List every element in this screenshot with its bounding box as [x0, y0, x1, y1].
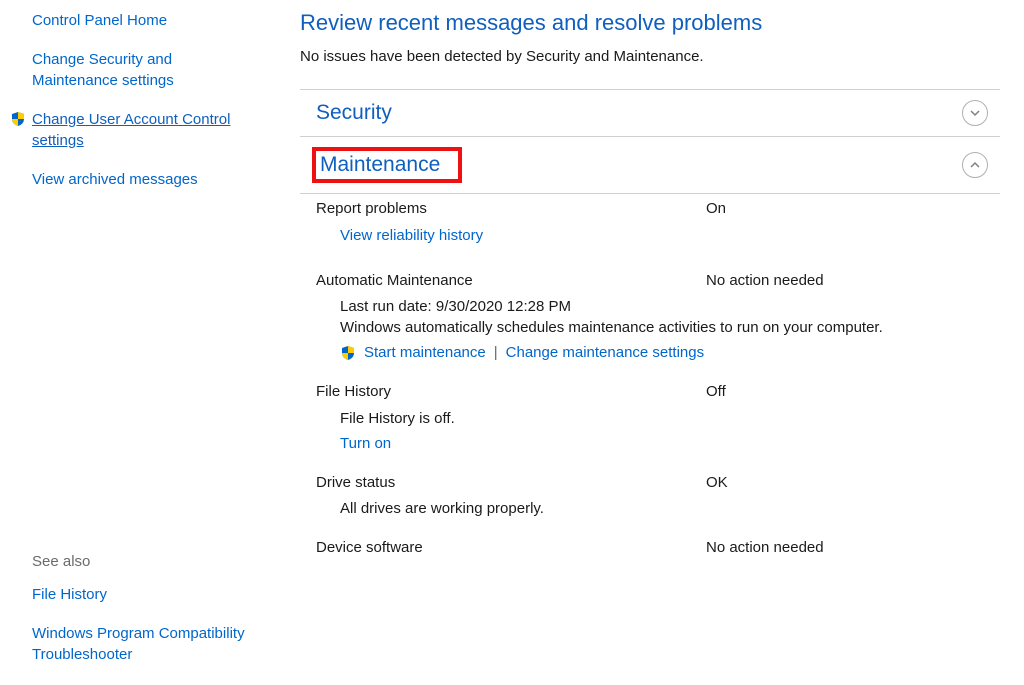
auto-maintenance-value: No action needed [706, 270, 824, 293]
chevron-up-icon [962, 152, 988, 178]
view-reliability-history-link[interactable]: View reliability history [340, 227, 483, 244]
see-also-heading: See also [32, 553, 260, 570]
change-maintenance-settings-link[interactable]: Change maintenance settings [506, 344, 704, 361]
maintenance-highlight: Maintenance [312, 147, 462, 183]
device-software-value: No action needed [706, 537, 824, 560]
device-software-label: Device software [316, 537, 706, 560]
change-security-link[interactable]: Change Security and Maintenance settings [32, 51, 174, 89]
turn-on-file-history-link[interactable]: Turn on [340, 435, 391, 452]
security-section-title: Security [316, 101, 392, 125]
compat-troubleshooter-link[interactable]: Windows Program Compatibility Troublesho… [32, 625, 245, 663]
start-maintenance-link[interactable]: Start maintenance [364, 344, 486, 361]
drive-status-value: OK [706, 472, 728, 495]
control-panel-home-link[interactable]: Control Panel Home [32, 12, 167, 29]
separator: | [494, 344, 498, 361]
change-uac-link[interactable]: Change User Account Control settings [32, 111, 230, 149]
drive-status-desc: All drives are working properly. [316, 500, 1000, 517]
report-problems-label: Report problems [316, 198, 706, 221]
drive-status-label: Drive status [316, 472, 706, 495]
page-title: Review recent messages and resolve probl… [300, 10, 1000, 36]
report-problems-value: On [706, 198, 726, 221]
file-history-status: File History is off. [316, 410, 1000, 427]
view-archived-link[interactable]: View archived messages [32, 171, 198, 188]
page-subtitle: No issues have been detected by Security… [300, 48, 1000, 65]
file-history-value: Off [706, 381, 726, 404]
shield-icon [10, 111, 26, 127]
shield-icon [340, 345, 356, 361]
security-section-header[interactable]: Security [300, 90, 1000, 136]
auto-maintenance-last-run: Last run date: 9/30/2020 12:28 PM [316, 298, 1000, 315]
auto-maintenance-label: Automatic Maintenance [316, 270, 706, 293]
maintenance-section-header[interactable]: Maintenance [300, 137, 1000, 193]
chevron-down-icon [962, 100, 988, 126]
file-history-label: File History [316, 381, 706, 404]
file-history-link[interactable]: File History [32, 586, 107, 603]
auto-maintenance-desc: Windows automatically schedules maintena… [316, 319, 1000, 336]
maintenance-section-title: Maintenance [320, 153, 440, 176]
